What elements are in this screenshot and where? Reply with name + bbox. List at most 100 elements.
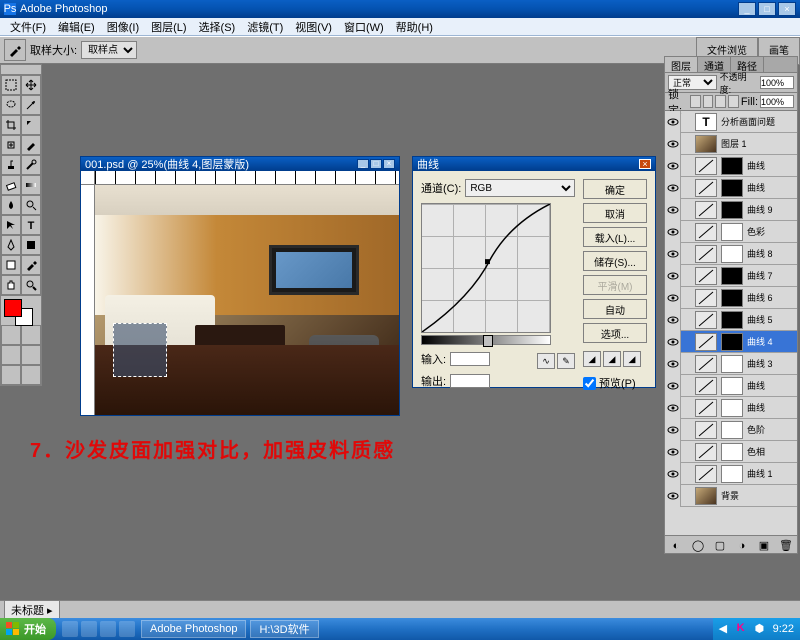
- delete-layer-icon[interactable]: 🗑: [779, 538, 794, 553]
- screen-mode-1[interactable]: [1, 345, 21, 365]
- healing-brush-tool[interactable]: [1, 135, 21, 155]
- layer-row[interactable]: 色阶: [665, 419, 797, 441]
- type-tool[interactable]: T: [21, 215, 41, 235]
- layer-row[interactable]: 曲线: [665, 375, 797, 397]
- close-button[interactable]: ×: [778, 2, 796, 16]
- layer-row[interactable]: 曲线 7: [665, 265, 797, 287]
- ql-icon-3[interactable]: [100, 621, 116, 637]
- gradient-tool[interactable]: [21, 175, 41, 195]
- output-value[interactable]: [450, 374, 490, 388]
- layer-row[interactable]: 背景: [665, 485, 797, 507]
- options-button[interactable]: 选项...: [583, 323, 647, 343]
- history-brush-tool[interactable]: [21, 155, 41, 175]
- screen-mode-2[interactable]: [21, 345, 41, 365]
- menu-filter[interactable]: 滤镜(T): [241, 17, 289, 37]
- visibility-toggle[interactable]: [665, 133, 681, 155]
- opacity-input[interactable]: [760, 76, 794, 89]
- channel-select[interactable]: RGB: [465, 179, 575, 197]
- maximize-button[interactable]: □: [758, 2, 776, 16]
- curves-title-bar[interactable]: 曲线 ×: [413, 157, 655, 171]
- doc-minimize[interactable]: _: [357, 159, 369, 169]
- preview-checkbox[interactable]: [583, 377, 596, 390]
- magic-wand-tool[interactable]: [21, 95, 41, 115]
- visibility-toggle[interactable]: [665, 243, 681, 265]
- menu-window[interactable]: 窗口(W): [338, 17, 390, 37]
- lock-transparency[interactable]: [690, 95, 701, 108]
- notes-tool[interactable]: [1, 255, 21, 275]
- visibility-toggle[interactable]: [665, 485, 681, 507]
- slice-tool[interactable]: [21, 115, 41, 135]
- curve-graph[interactable]: [421, 203, 551, 333]
- adjustment-layer-icon[interactable]: ◑: [735, 538, 750, 553]
- dodge-tool[interactable]: [21, 195, 41, 215]
- foreground-color[interactable]: [4, 299, 22, 317]
- layer-row[interactable]: 曲线 9: [665, 199, 797, 221]
- status-tab[interactable]: 未标题 ▸: [4, 600, 60, 620]
- ql-icon-4[interactable]: [119, 621, 135, 637]
- layer-row[interactable]: 曲线 5: [665, 309, 797, 331]
- layer-row[interactable]: 曲线 1: [665, 463, 797, 485]
- visibility-toggle[interactable]: [665, 463, 681, 485]
- layer-set-icon[interactable]: ▢: [713, 538, 728, 553]
- tray-icon-2[interactable]: K: [737, 622, 751, 636]
- layer-row[interactable]: 色彩: [665, 221, 797, 243]
- lock-image[interactable]: [703, 95, 714, 108]
- cancel-button[interactable]: 取消: [583, 203, 647, 223]
- path-selection-tool[interactable]: [1, 215, 21, 235]
- layer-row[interactable]: 曲线: [665, 397, 797, 419]
- lock-position[interactable]: [715, 95, 726, 108]
- visibility-toggle[interactable]: [665, 265, 681, 287]
- clone-stamp-tool[interactable]: [1, 155, 21, 175]
- visibility-toggle[interactable]: [665, 287, 681, 309]
- visibility-toggle[interactable]: [665, 397, 681, 419]
- edit-mode-standard[interactable]: [1, 325, 21, 345]
- layer-row[interactable]: 图层 1: [665, 133, 797, 155]
- visibility-toggle[interactable]: [665, 441, 681, 463]
- move-tool[interactable]: [21, 75, 41, 95]
- lock-all[interactable]: [728, 95, 739, 108]
- zoom-tool[interactable]: [21, 275, 41, 295]
- color-swatches[interactable]: [1, 295, 41, 325]
- eyedropper-black[interactable]: ◢: [583, 351, 601, 367]
- visibility-toggle[interactable]: [665, 111, 681, 133]
- layer-row[interactable]: 曲线: [665, 155, 797, 177]
- load-button[interactable]: 载入(L)...: [583, 227, 647, 247]
- hand-tool[interactable]: [1, 275, 21, 295]
- eyedropper-tool[interactable]: [21, 255, 41, 275]
- screen-mode-3[interactable]: [1, 365, 21, 385]
- eyedropper-white[interactable]: ◢: [623, 351, 641, 367]
- layer-row[interactable]: 曲线 6: [665, 287, 797, 309]
- taskbar-task-photoshop[interactable]: Adobe Photoshop: [141, 620, 246, 638]
- clock[interactable]: 9:22: [773, 623, 794, 635]
- visibility-toggle[interactable]: [665, 155, 681, 177]
- menu-edit[interactable]: 编辑(E): [52, 17, 101, 37]
- visibility-toggle[interactable]: [665, 331, 681, 353]
- new-layer-icon[interactable]: ▣: [757, 538, 772, 553]
- imageready-jump[interactable]: [21, 365, 41, 385]
- eraser-tool[interactable]: [1, 175, 21, 195]
- menu-help[interactable]: 帮助(H): [390, 17, 439, 37]
- auto-button[interactable]: 自动: [583, 299, 647, 319]
- minimize-button[interactable]: _: [738, 2, 756, 16]
- crop-tool[interactable]: [1, 115, 21, 135]
- visibility-toggle[interactable]: [665, 419, 681, 441]
- ql-icon-2[interactable]: [81, 621, 97, 637]
- visibility-toggle[interactable]: [665, 309, 681, 331]
- layer-style-icon[interactable]: ◐: [669, 538, 684, 553]
- sample-size-select[interactable]: 取样点: [81, 41, 137, 59]
- doc-maximize[interactable]: □: [370, 159, 382, 169]
- tray-icon-1[interactable]: ◀: [719, 622, 733, 636]
- visibility-toggle[interactable]: [665, 221, 681, 243]
- fill-input[interactable]: [760, 95, 794, 108]
- menu-image[interactable]: 图像(I): [101, 17, 145, 37]
- layer-row[interactable]: 曲线: [665, 177, 797, 199]
- menu-select[interactable]: 选择(S): [193, 17, 242, 37]
- menu-layer[interactable]: 图层(L): [145, 17, 192, 37]
- edit-mode-quickmask[interactable]: [21, 325, 41, 345]
- canvas[interactable]: [95, 185, 399, 415]
- menu-file[interactable]: 文件(F): [4, 17, 52, 37]
- visibility-toggle[interactable]: [665, 177, 681, 199]
- visibility-toggle[interactable]: [665, 375, 681, 397]
- document-title-bar[interactable]: 001.psd @ 25%(曲线 4,图层蒙版) _□×: [81, 157, 399, 171]
- menu-view[interactable]: 视图(V): [289, 17, 338, 37]
